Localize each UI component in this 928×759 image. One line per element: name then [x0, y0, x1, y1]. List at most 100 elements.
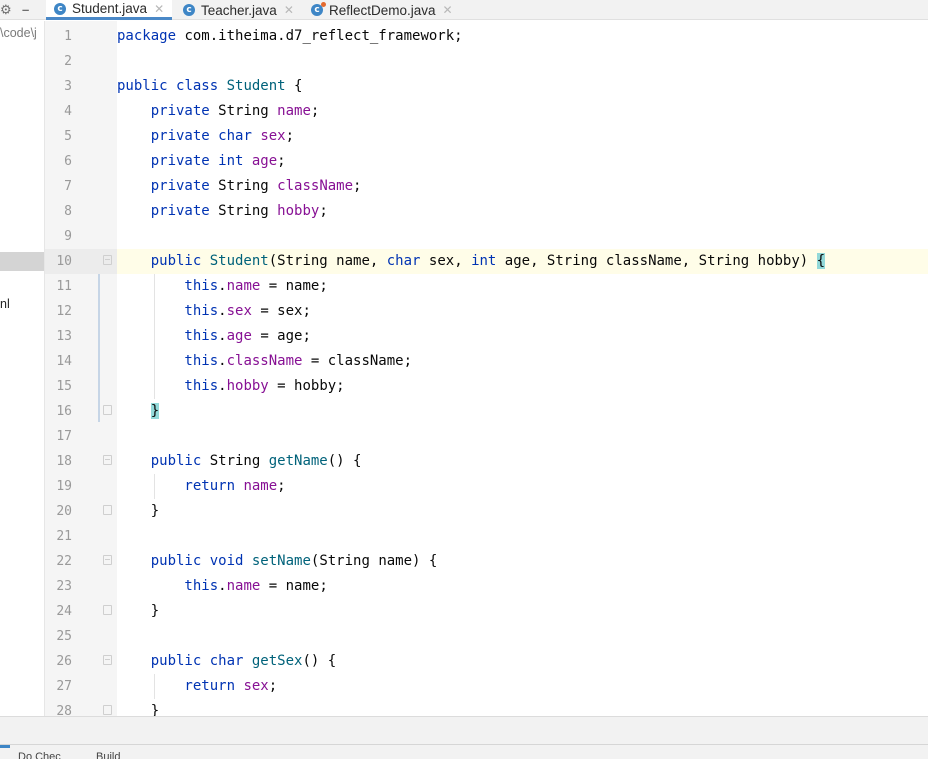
gutter-row[interactable]: 11 — [45, 274, 117, 299]
tab-student-java[interactable]: c Student.java ✕ — [46, 0, 172, 20]
fold-marker-icon[interactable] — [103, 555, 112, 565]
code-token: this — [117, 578, 219, 594]
code-token: name — [243, 478, 278, 494]
code-line[interactable]: return sex; — [117, 674, 277, 699]
fold-marker-icon[interactable] — [103, 705, 112, 715]
code-line[interactable]: this.hobby = hobby; — [117, 374, 344, 399]
selected-tree-row[interactable] — [0, 252, 44, 271]
code-token: . — [218, 303, 227, 319]
gutter-row[interactable]: 1 — [45, 24, 117, 49]
gutter-row[interactable]: 27 — [45, 674, 117, 699]
code-line[interactable]: this.name = name; — [117, 274, 328, 299]
fold-marker-icon[interactable] — [103, 405, 112, 415]
code-token: public — [117, 253, 210, 269]
line-number: 11 — [56, 279, 72, 294]
gear-icon[interactable]: ⚙ — [0, 2, 12, 18]
gutter-row[interactable]: 21 — [45, 524, 117, 549]
gutter-row[interactable]: 15 — [45, 374, 117, 399]
gutter-row[interactable]: 17 — [45, 424, 117, 449]
gutter-row[interactable]: 7 — [45, 174, 117, 199]
gutter-row[interactable]: 22 — [45, 549, 117, 574]
code-line[interactable]: package com.itheima.d7_reflect_framework… — [117, 24, 463, 49]
code-line[interactable]: return name; — [117, 474, 285, 499]
gutter-row[interactable]: 4 — [45, 99, 117, 124]
code-token: getSex — [251, 653, 303, 669]
gutter-row[interactable]: 2 — [45, 49, 117, 74]
code-line[interactable]: } — [117, 599, 159, 624]
gutter-row[interactable]: 8 — [45, 199, 117, 224]
gutter-row[interactable]: 9 — [45, 224, 117, 249]
code-token: ; — [285, 128, 295, 144]
code-line[interactable]: } — [117, 699, 159, 716]
status-item-build[interactable]: Build — [96, 751, 120, 759]
tab-teacher-java[interactable]: c Teacher.java ✕ — [175, 0, 303, 20]
code-token: name — [226, 578, 261, 594]
code-token: int — [471, 253, 505, 269]
code-token: hobby — [226, 378, 269, 394]
tab-reflectdemo-java[interactable]: c ReflectDemo.java ✕ — [303, 0, 463, 20]
fold-marker-icon[interactable] — [103, 605, 112, 615]
code-line[interactable]: public Student(String name, char sex, in… — [117, 249, 928, 274]
code-line[interactable]: public class Student { — [117, 74, 302, 99]
gutter-row[interactable]: 10 — [45, 249, 117, 274]
gutter-row[interactable]: 23 — [45, 574, 117, 599]
code-token: sex, — [428, 253, 472, 269]
code-line[interactable]: public String getName() { — [117, 449, 362, 474]
code-token: . — [218, 278, 227, 294]
code-line[interactable]: private String className; — [117, 174, 362, 199]
close-icon[interactable]: ✕ — [154, 2, 164, 16]
code-line[interactable]: } — [117, 399, 160, 424]
code-token: name — [277, 103, 311, 119]
minus-icon[interactable]: – — [22, 2, 29, 18]
gutter-row[interactable]: 28 — [45, 699, 117, 716]
gutter-row[interactable]: 26 — [45, 649, 117, 674]
code-line[interactable]: this.age = age; — [117, 324, 310, 349]
code-line[interactable]: this.name = name; — [117, 574, 327, 599]
code-token: = name; — [260, 278, 328, 294]
gutter-row[interactable]: 24 — [45, 599, 117, 624]
close-icon[interactable]: ✕ — [284, 3, 294, 17]
gutter-row[interactable]: 20 — [45, 499, 117, 524]
gutter-row[interactable]: 12 — [45, 299, 117, 324]
gutter-row[interactable]: 14 — [45, 349, 117, 374]
code-token: { — [816, 253, 826, 269]
gutter-row[interactable]: 18 — [45, 449, 117, 474]
gutter-row[interactable]: 6 — [45, 149, 117, 174]
status-item-check[interactable]: Do Chec — [18, 751, 61, 759]
gutter-row[interactable]: 3 — [45, 74, 117, 99]
line-number: 13 — [56, 329, 72, 344]
line-number: 17 — [56, 429, 72, 444]
code-line[interactable]: this.sex = sex; — [117, 299, 310, 324]
code-line[interactable]: public char getSex() { — [117, 649, 336, 674]
code-token: } — [150, 403, 160, 419]
gutter-row[interactable]: 19 — [45, 474, 117, 499]
code-line[interactable]: private String name; — [117, 99, 320, 124]
code-token: package — [117, 28, 185, 44]
fold-marker-icon[interactable] — [103, 455, 112, 465]
gutter-row[interactable]: 16 — [45, 399, 117, 424]
class-icon: c — [54, 2, 66, 15]
code-token: ; — [319, 203, 328, 219]
code-line[interactable]: this.className = className; — [117, 349, 412, 374]
close-icon[interactable]: ✕ — [443, 3, 453, 17]
code-token: ; — [277, 153, 286, 169]
code-line[interactable]: public void setName(String name) { — [117, 549, 438, 574]
code-line[interactable]: private int age; — [117, 149, 286, 174]
line-number: 14 — [56, 354, 72, 369]
gutter-row[interactable]: 5 — [45, 124, 117, 149]
gutter-row[interactable]: 25 — [45, 624, 117, 649]
code-token: age — [251, 153, 278, 169]
code-editor[interactable]: package com.itheima.d7_reflect_framework… — [117, 21, 928, 716]
code-line[interactable]: } — [117, 499, 159, 524]
line-number-gutter[interactable]: 1 2 3 4 5 6 7 8 9 10 11 12 13 14 15 16 17 18 19 20 21 22 23 24 2… — [45, 21, 117, 716]
fold-marker-icon[interactable] — [103, 255, 112, 265]
code-line[interactable]: private String hobby; — [117, 199, 328, 224]
gutter-row[interactable]: 13 — [45, 324, 117, 349]
project-path[interactable]: \code\j — [0, 26, 37, 40]
code-line[interactable]: private char sex; — [117, 124, 294, 149]
project-panel: \code\j nl — [0, 21, 45, 716]
fold-marker-icon[interactable] — [103, 655, 112, 665]
project-tree-item[interactable]: nl — [0, 297, 10, 311]
indent-guide — [153, 474, 155, 499]
fold-marker-icon[interactable] — [103, 505, 112, 515]
